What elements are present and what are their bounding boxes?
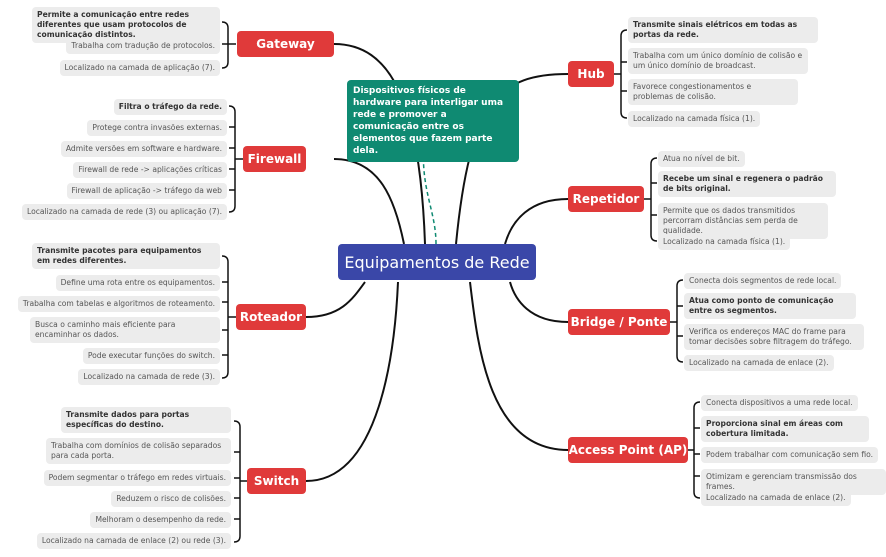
mind-map-canvas: Equipamentos de Rede Dispositivos físico…: [0, 0, 886, 557]
leaf-switch-3[interactable]: Podem segmentar o tráfego em redes virtu…: [43, 470, 231, 486]
leaf-firewall-2[interactable]: Protege contra invasões externas.: [87, 120, 227, 136]
branch-switch-label: Switch: [253, 474, 300, 488]
branch-gateway-label: Gateway: [256, 37, 315, 51]
leaf-firewall-6[interactable]: Localizado na camada de rede (3) ou apli…: [21, 204, 227, 220]
leaf-hub-1[interactable]: Transmite sinais elétricos em todas as p…: [628, 17, 818, 43]
leaf-bridge-1[interactable]: Conecta dois segmentos de rede local.: [684, 273, 842, 289]
leaf-roteador-3[interactable]: Trabalha com tabelas e algoritmos de rot…: [17, 296, 220, 312]
branch-hub[interactable]: Hub: [568, 61, 614, 87]
branch-firewall-label: Firewall: [247, 152, 302, 166]
bracket-repetidor: [644, 157, 658, 242]
branch-access-point[interactable]: Access Point (AP): [568, 437, 688, 463]
leaf-ap-2[interactable]: Proporciona sinal em áreas com cobertura…: [701, 416, 869, 442]
bracket-ap: [688, 401, 701, 499]
link-firewall: [333, 158, 405, 245]
leaf-firewall-5[interactable]: Firewall de aplicação -> tráfego da web: [66, 183, 227, 199]
branch-firewall[interactable]: Firewall: [243, 146, 306, 172]
bracket-switch: [233, 420, 247, 543]
link-switch: [305, 281, 399, 482]
leaf-bridge-3[interactable]: Verifica os endereços MAC do frame para …: [684, 324, 864, 350]
branch-bridge[interactable]: Bridge / Ponte: [568, 309, 670, 335]
definition-note[interactable]: Dispositivos físicos de hardware para in…: [347, 80, 519, 162]
leaf-switch-5[interactable]: Melhoram o desempenho da rede.: [90, 512, 231, 528]
leaf-firewall-1[interactable]: Filtra o tráfego da rede.: [113, 99, 227, 115]
leaf-ap-3[interactable]: Podem trabalhar com comunicação sem fio.: [701, 447, 879, 463]
branch-gateway[interactable]: Gateway: [237, 31, 334, 57]
leaf-roteador-5[interactable]: Pode executar funções do switch.: [82, 348, 220, 364]
leaf-firewall-3[interactable]: Admite versões em software e hardware.: [60, 141, 227, 157]
branch-repetidor[interactable]: Repetidor: [568, 186, 644, 212]
leaf-switch-1[interactable]: Transmite dados para portas específicas …: [61, 407, 231, 433]
link-ap: [469, 281, 569, 451]
leaf-switch-4[interactable]: Reduzem o risco de colisões.: [111, 491, 231, 507]
leaf-roteador-4[interactable]: Busca o caminho mais eficiente para enca…: [30, 317, 220, 343]
leaf-bridge-4[interactable]: Localizado na camada de enlace (2).: [684, 355, 834, 371]
link-repetidor: [504, 198, 569, 245]
leaf-gateway-3[interactable]: Localizado na camada de aplicação (7).: [59, 60, 220, 76]
branch-roteador[interactable]: Roteador: [236, 304, 306, 330]
leaf-switch-6[interactable]: Localizado na camada de enlace (2) ou re…: [36, 533, 231, 549]
leaf-ap-1[interactable]: Conecta dispositivos a uma rede local.: [701, 395, 858, 411]
leaf-repetidor-2[interactable]: Recebe um sinal e regenera o padrão de b…: [658, 171, 836, 197]
central-topic-label: Equipamentos de Rede: [344, 252, 530, 272]
definition-note-text: Dispositivos físicos de hardware para in…: [353, 86, 504, 156]
leaf-hub-4[interactable]: Localizado na camada física (1).: [628, 111, 761, 127]
leaf-ap-5[interactable]: Localizado na camada de enlace (2).: [701, 490, 851, 506]
leaf-hub-3[interactable]: Favorece congestionamentos e problemas d…: [628, 79, 798, 105]
leaf-roteador-6[interactable]: Localizado na camada de rede (3).: [78, 369, 220, 385]
branch-access-point-label: Access Point (AP): [568, 443, 688, 457]
leaf-gateway-2[interactable]: Trabalha com tradução de protocolos.: [66, 38, 220, 54]
bracket-hub: [614, 29, 628, 119]
leaf-hub-2[interactable]: Trabalha com um único domínio de colisão…: [628, 48, 808, 74]
leaf-switch-2[interactable]: Trabalha com domínios de colisão separad…: [46, 438, 231, 464]
central-topic[interactable]: Equipamentos de Rede: [338, 244, 536, 280]
branch-bridge-label: Bridge / Ponte: [570, 315, 668, 329]
bracket-bridge: [670, 279, 684, 363]
bracket-gateway: [221, 21, 236, 69]
branch-repetidor-label: Repetidor: [572, 192, 640, 206]
leaf-firewall-4[interactable]: Firewall de rede -> aplicações críticas: [73, 162, 227, 178]
branch-roteador-label: Roteador: [239, 310, 303, 324]
bracket-roteador: [221, 255, 236, 379]
leaf-repetidor-4[interactable]: Localizado na camada física (1).: [658, 234, 791, 250]
branch-hub-label: Hub: [577, 67, 605, 81]
branch-switch[interactable]: Switch: [247, 468, 306, 494]
leaf-bridge-2[interactable]: Atua como ponto de comunicação entre os …: [684, 293, 856, 319]
bracket-firewall: [228, 105, 243, 213]
link-bridge: [509, 281, 569, 323]
leaf-roteador-2[interactable]: Define uma rota entre os equipamentos.: [55, 275, 220, 291]
leaf-repetidor-1[interactable]: Atua no nível de bit.: [658, 151, 745, 167]
leaf-roteador-1[interactable]: Transmite pacotes para equipamentos em r…: [32, 243, 220, 269]
link-roteador: [305, 281, 366, 318]
